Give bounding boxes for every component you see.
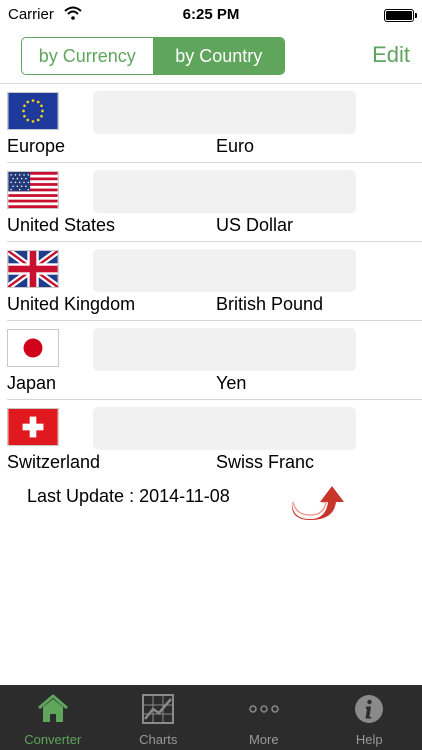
tab-label: Charts: [139, 732, 178, 747]
list-item-europe[interactable]: Europe Euro: [0, 84, 422, 163]
country-label: United Kingdom: [7, 294, 136, 314]
list-item-switzerland[interactable]: Switzerland Swiss Franc: [0, 400, 422, 479]
amount-field[interactable]: [93, 249, 356, 292]
currency-label: British Pound: [216, 294, 324, 314]
japan-flag-icon: [7, 329, 59, 367]
tab-label: Help: [355, 732, 383, 747]
country-label: Japan: [7, 373, 57, 393]
tab-more[interactable]: More: [211, 685, 317, 750]
status-time: 6:25 PM: [182, 6, 240, 23]
status-bar: Carrier 6:25 PM: [0, 0, 422, 30]
list-item-united-states[interactable]: United States US Dollar: [0, 163, 422, 242]
tab-label: Converter: [24, 732, 82, 747]
country-label: United States: [7, 215, 116, 235]
last-update-label: Last Update : 2014-11-08: [27, 486, 230, 506]
amount-field[interactable]: [93, 91, 356, 134]
edit-button[interactable]: Edit: [372, 42, 410, 68]
tab-label: More: [248, 732, 279, 747]
amount-field[interactable]: [93, 328, 356, 371]
currency-label: Yen: [216, 373, 247, 393]
info-icon: [355, 695, 384, 723]
currency-label: Euro: [216, 136, 255, 156]
tab-converter[interactable]: Converter: [0, 685, 106, 750]
segment-by-currency[interactable]: by Currency: [22, 38, 153, 74]
amount-field[interactable]: [93, 170, 356, 213]
segmented-control: by Currency by Country: [21, 37, 285, 75]
home-icon: [37, 694, 68, 722]
tab-bar: Converter Charts More Help: [0, 685, 422, 750]
tab-charts[interactable]: Charts: [106, 685, 212, 750]
more-dots-icon: [249, 705, 279, 713]
refresh-arrow-icon[interactable]: [288, 482, 344, 522]
tab-help[interactable]: Help: [317, 685, 422, 750]
chart-icon: [142, 694, 175, 724]
segment-by-country[interactable]: by Country: [152, 38, 284, 74]
list-item-united-kingdom[interactable]: United Kingdom British Pound: [0, 242, 422, 321]
country-label: Switzerland: [7, 452, 101, 472]
battery-icon: [384, 9, 417, 22]
us-flag-icon: [7, 171, 59, 209]
uk-flag-icon: [7, 250, 59, 288]
list-item-japan[interactable]: Japan Yen: [0, 321, 422, 400]
amount-field[interactable]: [93, 407, 356, 450]
currency-list: Europe Euro United States US Dollar Unit…: [0, 84, 422, 479]
country-label: Europe: [7, 136, 66, 156]
swiss-flag-icon: [7, 408, 59, 446]
eu-flag-icon: [7, 92, 59, 130]
currency-label: US Dollar: [216, 215, 294, 235]
currency-label: Swiss Franc: [216, 452, 315, 472]
navigation-bar: by Currency by Country Edit: [0, 30, 422, 84]
